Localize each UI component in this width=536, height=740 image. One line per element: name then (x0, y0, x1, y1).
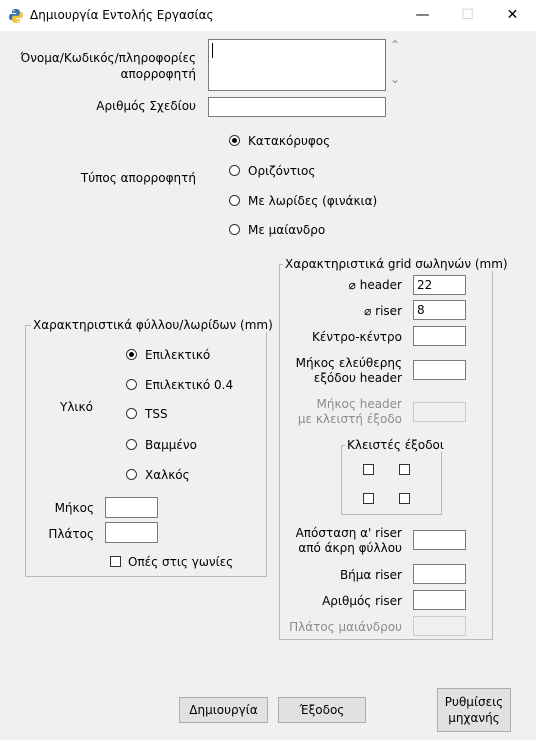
riser-pitch-label: Βήμα riser (339, 568, 402, 582)
receiver-info-label-line2: απορροφητή (120, 67, 196, 81)
material-label: Υλικό (60, 400, 93, 414)
radio-material-selective[interactable]: Επιλεκτικό (126, 348, 256, 366)
closed-exit-top-right-checkbox[interactable] (399, 464, 410, 475)
checkbox-box (110, 556, 121, 567)
radio-vertical[interactable]: Κατακόρυφος (229, 134, 429, 152)
radio-label: Επιλεκτικό (145, 348, 211, 362)
riser-count-input[interactable] (413, 590, 466, 610)
exit-button[interactable]: Έξοδος (278, 697, 366, 723)
radio-horizontal-label: Οριζόντιος (248, 164, 316, 178)
meander-width-input[interactable] (413, 616, 466, 636)
radio-meander[interactable]: Με μαίανδρο (229, 223, 429, 241)
radio-material-painted[interactable]: Βαμμένο (126, 438, 256, 456)
corner-holes-label: Οπές στις γωνίες (128, 555, 234, 569)
radio-button (229, 195, 240, 206)
radio-horizontal[interactable]: Οριζόντιος (229, 164, 429, 182)
radio-button (126, 469, 137, 480)
maximize-icon: ☐ (461, 7, 474, 23)
radio-vertical-label: Κατακόρυφος (248, 134, 331, 148)
machine-settings-button[interactable]: Ρυθμίσεις μηχανής (437, 688, 511, 732)
radio-button (126, 408, 137, 419)
radio-label: Χαλκός (145, 468, 190, 482)
sheet-group-title: Χαρακτηριστικά φύλλου/λωρίδων (mm) (31, 318, 275, 332)
receiver-info-textarea[interactable] (208, 39, 386, 91)
first-riser-distance-label-line1: Απόσταση α' riser (295, 526, 402, 540)
free-exit-length-input[interactable] (413, 360, 466, 380)
riser-diameter-input[interactable]: 8 (413, 300, 466, 320)
create-button[interactable]: Δημιουργία (179, 697, 268, 723)
closed-exit-length-label-line1: Μήκος header (316, 397, 402, 411)
closed-exit-length-label-line2: με κλειστή έξοδο (297, 412, 402, 426)
meander-width-label: Πλάτος μαιάνδρου (289, 620, 402, 634)
first-riser-distance-label: Απόσταση α' riser από άκρη φύλλου (285, 526, 402, 556)
riser-count-label: Αριθμός riser (322, 594, 402, 608)
closed-exits-title: Κλειστές έξοδοι (345, 438, 446, 452)
riser-pitch-input[interactable] (413, 564, 466, 584)
closed-exit-top-left-checkbox[interactable] (363, 464, 374, 475)
free-exit-length-label: Μήκος ελεύθερης εξόδου header (285, 356, 402, 386)
radio-button-selected (126, 349, 137, 360)
drawing-number-label: Αριθμός Σχεδίου (96, 99, 196, 113)
close-icon: ✕ (506, 7, 519, 23)
free-exit-length-label-line1: Μήκος ελεύθερης (295, 356, 402, 370)
receiver-type-label: Τύπος απορροφητή (80, 171, 196, 185)
closed-exit-bottom-right-checkbox[interactable] (399, 493, 410, 504)
radio-button-selected (229, 135, 240, 146)
radio-material-tss[interactable]: TSS (126, 407, 256, 425)
window-title: Δημιουργία Εντολής Εργασίας (30, 8, 214, 22)
radio-button (229, 224, 240, 235)
grid-group-title: Χαρακτηριστικά grid σωληνών (mm) (283, 257, 510, 271)
scroll-up-icon[interactable]: ⌃ (390, 38, 400, 52)
first-riser-distance-label-line2: από άκρη φύλλου (298, 541, 402, 555)
closed-exit-length-input[interactable] (413, 402, 466, 422)
header-diameter-input[interactable]: 22 (413, 275, 466, 295)
title-bar: Δημιουργία Εντολής Εργασίας — ☐ ✕ (0, 0, 536, 31)
radio-button (126, 439, 137, 450)
radio-material-selective-04[interactable]: Επιλεκτικό 0.4 (126, 378, 256, 396)
width-label: Πλάτος (48, 527, 94, 541)
minimize-button[interactable]: — (400, 0, 445, 31)
radio-label: Επιλεκτικό 0.4 (145, 378, 234, 392)
width-input[interactable] (105, 522, 158, 543)
header-diameter-value: 22 (417, 278, 433, 292)
closed-exit-length-label: Μήκος header με κλειστή έξοδο (285, 397, 402, 427)
machine-settings-label-line2: μηχανής (448, 711, 500, 725)
receiver-info-label: Όνομα/Κωδικός/πληροφορίες απορροφητή (20, 50, 196, 82)
center-to-center-input[interactable] (413, 326, 466, 346)
receiver-info-label-line1: Όνομα/Κωδικός/πληροφορίες (20, 51, 196, 65)
radio-button (126, 379, 137, 390)
length-label: Μήκος (54, 501, 94, 515)
riser-diameter-value: 8 (417, 303, 425, 317)
radio-strips-label: Με λωρίδες (φινάκια) (248, 194, 378, 208)
closed-exit-bottom-left-checkbox[interactable] (363, 493, 374, 504)
center-to-center-label: Κέντρο-κέντρο (311, 330, 402, 344)
first-riser-distance-input[interactable] (413, 530, 466, 550)
minimize-icon: — (415, 7, 430, 23)
free-exit-length-label-line2: εξόδου header (313, 371, 402, 385)
radio-label: Βαμμένο (145, 438, 197, 452)
closed-exits-box (341, 445, 442, 515)
maximize-button[interactable]: ☐ (445, 0, 490, 31)
machine-settings-label-line1: Ρυθμίσεις (444, 695, 504, 709)
radio-label: TSS (145, 407, 168, 421)
radio-meander-label: Με μαίανδρο (248, 223, 326, 237)
text-cursor (212, 43, 213, 58)
radio-strips[interactable]: Με λωρίδες (φινάκια) (229, 194, 429, 212)
python-app-icon (9, 9, 23, 23)
riser-diameter-label: ⌀ riser (364, 304, 402, 318)
drawing-number-input[interactable] (208, 97, 386, 117)
corner-holes-checkbox[interactable]: Οπές στις γωνίες (110, 555, 260, 571)
close-button[interactable]: ✕ (490, 0, 535, 31)
length-input[interactable] (105, 497, 158, 518)
radio-material-copper[interactable]: Χαλκός (126, 468, 256, 486)
header-diameter-label: ⌀ header (348, 278, 402, 292)
radio-button (229, 165, 240, 176)
scroll-down-icon[interactable]: ⌄ (390, 72, 400, 86)
